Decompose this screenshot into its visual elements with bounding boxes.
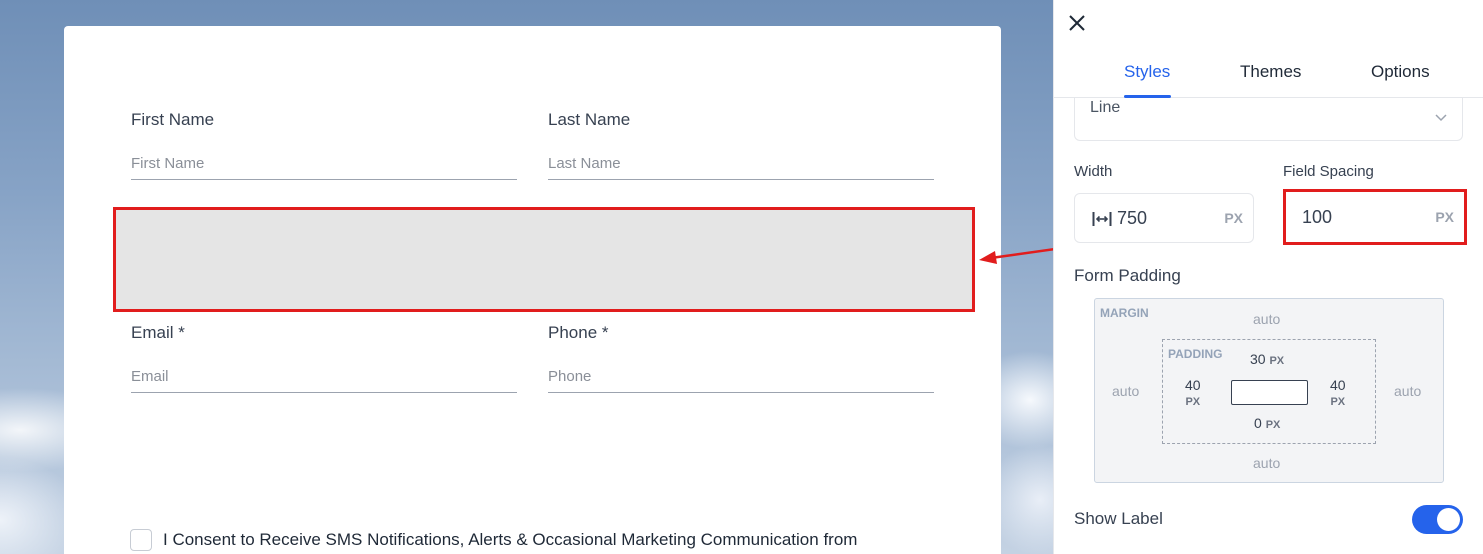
first-name-input[interactable] — [131, 148, 517, 180]
form-preview: First Name Last Name Email * Phone * I C… — [64, 26, 1001, 554]
phone-label: Phone * — [548, 323, 609, 342]
padding-left-unit: PX — [1185, 396, 1201, 408]
width-value: 750 — [1117, 207, 1148, 228]
content-box — [1231, 380, 1308, 405]
toggle-knob — [1437, 508, 1460, 531]
field-spacing-highlight — [113, 207, 975, 312]
margin-left-value[interactable]: auto — [1112, 383, 1139, 399]
tab-themes[interactable]: Themes — [1240, 62, 1301, 82]
close-icon[interactable] — [1066, 12, 1088, 34]
margin-padding-editor: MARGIN auto auto auto auto PADDING 30 PX… — [1094, 298, 1444, 483]
consent-text: I Consent to Receive SMS Notifications, … — [163, 530, 858, 549]
show-label-text: Show Label — [1074, 509, 1163, 528]
form-padding-label: Form Padding — [1074, 266, 1181, 285]
field-spacing-unit: PX — [1435, 209, 1454, 225]
email-label: Email * — [131, 323, 185, 342]
consent-checkbox[interactable] — [130, 529, 152, 551]
padding-right-value: 40 — [1330, 377, 1346, 393]
email-field: Email * — [131, 323, 517, 393]
padding-right-unit: PX — [1330, 396, 1346, 408]
field-style-select[interactable]: Line — [1074, 98, 1463, 141]
margin-right-value[interactable]: auto — [1394, 383, 1421, 399]
phone-field: Phone * — [548, 323, 934, 393]
padding-bottom[interactable]: 0 PX — [1254, 415, 1280, 434]
padding-left[interactable]: 40 PX — [1185, 377, 1201, 411]
padding-top[interactable]: 30 PX — [1250, 351, 1284, 370]
field-spacing-label: Field Spacing — [1283, 163, 1374, 180]
email-input[interactable] — [131, 361, 517, 393]
settings-panel: Styles Themes Options Line Width 750 PX … — [1053, 0, 1483, 554]
tab-bar: Styles Themes Options — [1054, 55, 1483, 98]
padding-left-value: 40 — [1185, 377, 1201, 393]
tab-styles[interactable]: Styles — [1124, 62, 1170, 82]
width-input[interactable]: 750 PX — [1074, 193, 1254, 243]
padding-top-unit: PX — [1269, 355, 1285, 367]
first-name-label: First Name — [131, 110, 215, 129]
margin-top-value[interactable]: auto — [1253, 311, 1280, 327]
margin-bottom-value[interactable]: auto — [1253, 455, 1280, 471]
consent-row: I Consent to Receive SMS Notifications, … — [130, 529, 857, 551]
tab-options[interactable]: Options — [1371, 62, 1430, 82]
phone-input[interactable] — [548, 361, 934, 393]
margin-title: MARGIN — [1100, 306, 1149, 320]
padding-bottom-value: 0 — [1254, 415, 1262, 431]
field-style-value: Line — [1090, 99, 1121, 116]
last-name-input[interactable] — [548, 148, 934, 180]
padding-bottom-unit: PX — [1265, 419, 1281, 431]
padding-right[interactable]: 40 PX — [1330, 377, 1346, 411]
width-label: Width — [1074, 163, 1113, 180]
padding-box: PADDING 30 PX 0 PX 40 PX 40 PX — [1162, 339, 1376, 444]
width-unit: PX — [1224, 210, 1243, 226]
padding-top-value: 30 — [1250, 351, 1266, 367]
padding-title: PADDING — [1168, 347, 1223, 361]
chevron-down-icon — [1435, 114, 1447, 122]
show-label-toggle[interactable] — [1412, 505, 1463, 534]
field-spacing-value: 100 — [1302, 206, 1333, 227]
first-name-field: First Name — [131, 110, 517, 180]
last-name-label: Last Name — [548, 110, 631, 129]
field-spacing-input[interactable]: 100 PX — [1283, 189, 1467, 245]
width-arrows-icon — [1092, 212, 1112, 226]
last-name-field: Last Name — [548, 110, 934, 180]
